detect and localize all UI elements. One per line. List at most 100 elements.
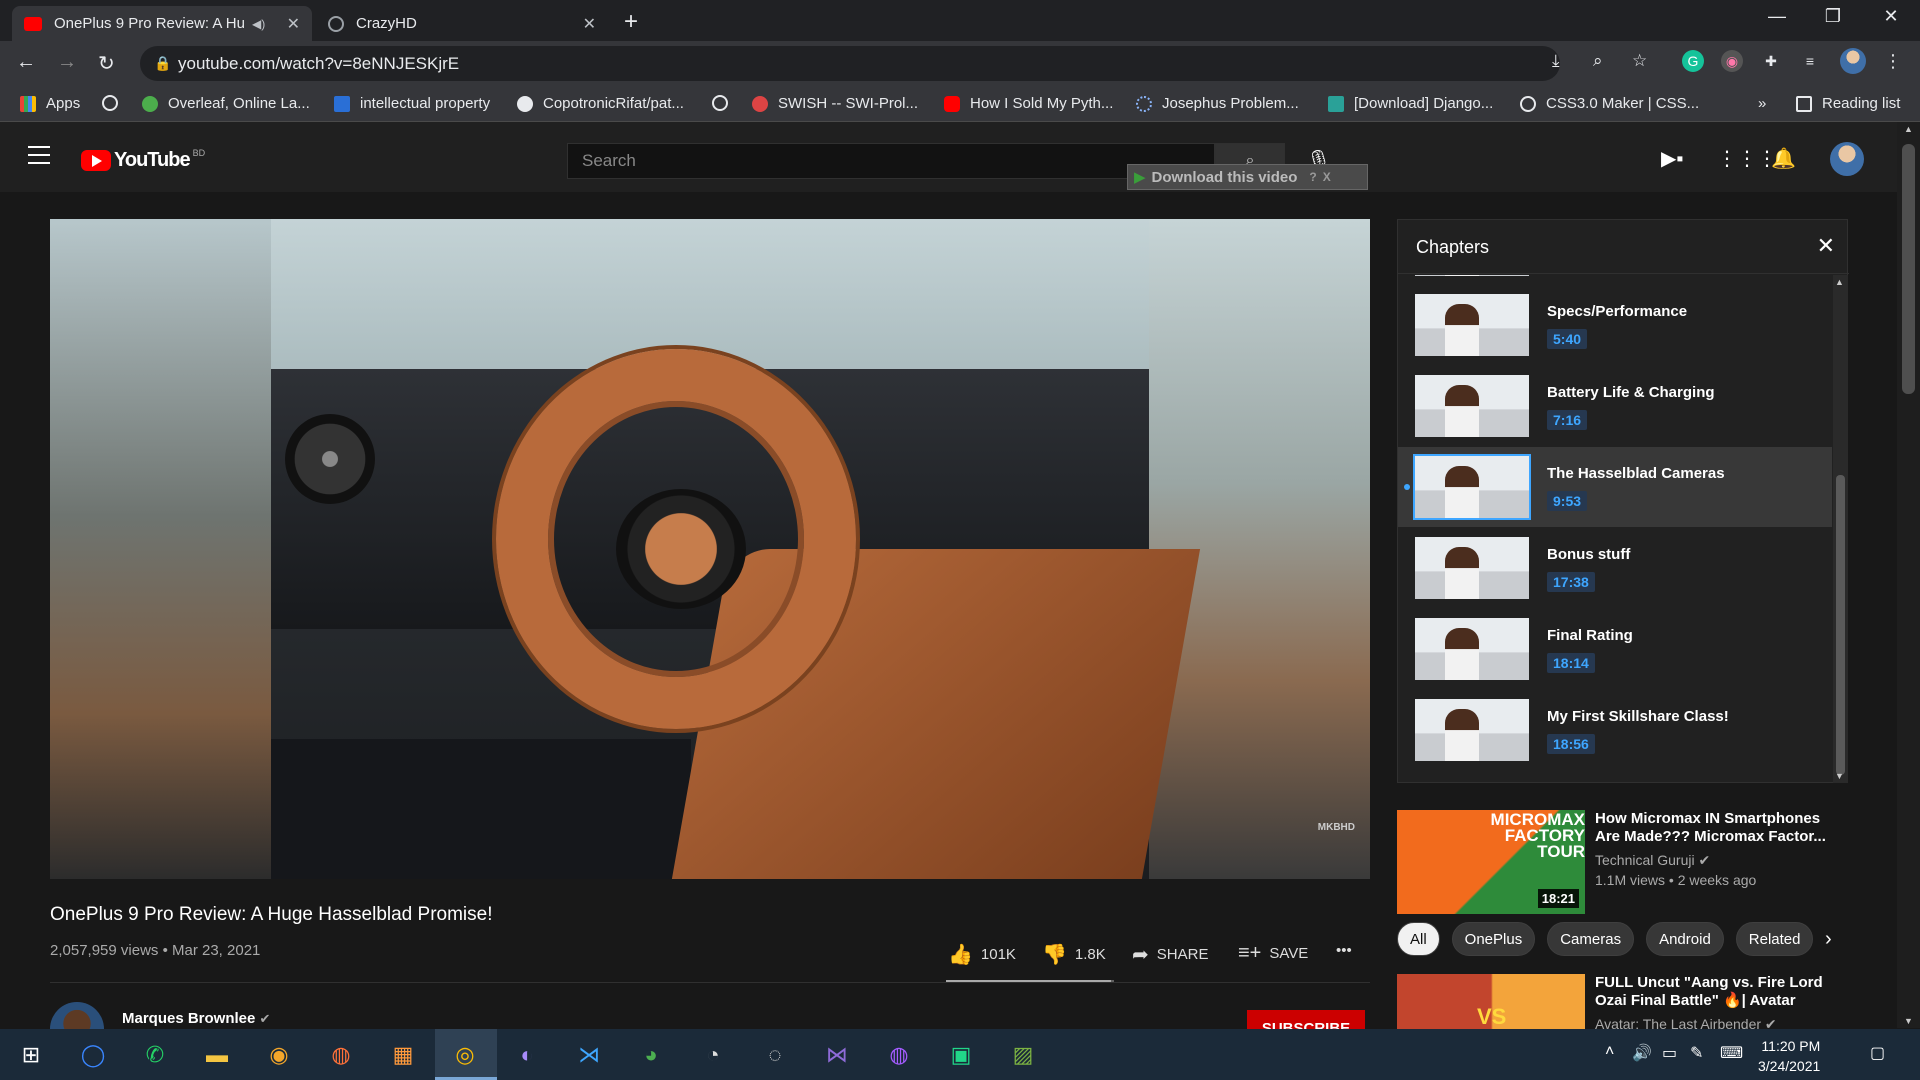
bookmark-globe[interactable] — [102, 95, 118, 111]
visual-studio-icon[interactable]: ⋈ — [820, 1038, 854, 1072]
chapter-timestamp[interactable]: 18:56 — [1547, 734, 1595, 754]
chapter-item[interactable]: Bonus stuff 17:38 — [1398, 528, 1832, 608]
chapter-timestamp[interactable]: 18:14 — [1547, 653, 1595, 673]
app-icon[interactable]: ◌ — [758, 1038, 792, 1072]
close-tab-icon[interactable]: ✕ — [583, 14, 596, 34]
apps-icon[interactable]: ⋮⋮⋮ — [1717, 146, 1777, 171]
bookmark-intellectual-property[interactable]: intellectual property — [334, 95, 490, 112]
app-icon[interactable]: ▦ — [386, 1038, 420, 1072]
close-window-icon[interactable]: ✕ — [1876, 6, 1906, 27]
chapter-item[interactable]: Specs/Performance 5:40 — [1398, 285, 1832, 365]
zoom-icon[interactable]: ⌕ — [1593, 51, 1603, 71]
tab-crazyhd[interactable]: CrazyHD ✕ — [316, 6, 608, 41]
close-tab-icon[interactable]: ✕ — [287, 14, 300, 34]
chapter-item[interactable]: My First Skillshare Class! 18:56 — [1398, 690, 1832, 770]
scrollbar-thumb[interactable] — [1836, 475, 1845, 775]
vscode-icon[interactable]: ⋊ — [572, 1038, 606, 1072]
pen-icon[interactable]: ✎ — [1690, 1043, 1703, 1063]
save-button[interactable]: ≡+ SAVE — [1238, 942, 1308, 965]
messenger-icon[interactable]: ◍ — [882, 1038, 916, 1072]
chapter-item[interactable]: Final Rating 18:14 — [1398, 609, 1832, 689]
system-clock[interactable]: 11:20 PM 3/24/2021 — [1758, 1036, 1820, 1076]
chapter-item-partial[interactable] — [1398, 275, 1832, 285]
bookmark-josephus[interactable]: Josephus Problem... — [1136, 95, 1299, 112]
forward-icon[interactable]: → — [57, 51, 77, 74]
chip-all[interactable]: All — [1397, 922, 1440, 956]
restore-icon[interactable]: ❐ — [1818, 6, 1848, 27]
chapter-timestamp[interactable]: 5:40 — [1547, 329, 1588, 349]
bookmark-github[interactable]: CopotronicRifat/pat... — [517, 95, 684, 112]
bookmark-youtube[interactable]: How I Sold My Pyth... — [944, 95, 1113, 112]
recommended-video[interactable]: VS FULL Uncut "Aang vs. Fire Lord Ozai F… — [1397, 974, 1857, 1029]
account-avatar[interactable] — [1830, 142, 1864, 176]
create-video-icon[interactable]: ▶▪ — [1661, 146, 1683, 171]
install-icon[interactable]: ⤓ — [1552, 51, 1560, 71]
close-icon[interactable]: X — [1323, 170, 1331, 184]
notifications-icon[interactable]: ▢ — [1870, 1043, 1885, 1063]
bookmark-django[interactable]: [Download] Django... — [1328, 95, 1493, 112]
grammarly-icon[interactable]: G — [1682, 50, 1704, 72]
scroll-up-icon[interactable]: ▲ — [1904, 124, 1913, 134]
hamburger-menu-icon[interactable] — [28, 146, 50, 164]
keyboard-icon[interactable]: ⌨ — [1720, 1043, 1743, 1063]
whatsapp-icon[interactable]: ✆ — [138, 1038, 172, 1072]
reading-list[interactable]: Reading list — [1796, 95, 1900, 112]
app-icon[interactable]: ◕ — [634, 1038, 668, 1072]
chapters-scrollbar[interactable]: ▲ ▼ — [1833, 275, 1848, 783]
help-icon[interactable]: ? — [1309, 170, 1316, 184]
channel-name[interactable]: Marques Brownlee ✔ — [122, 1010, 270, 1027]
chip-cameras[interactable]: Cameras — [1547, 922, 1635, 956]
bookmarks-overflow[interactable]: » — [1758, 95, 1766, 112]
puzzle-icon[interactable]: ✚ — [1760, 50, 1782, 72]
firefox-icon[interactable]: ◍ — [324, 1038, 358, 1072]
recommended-video[interactable]: MICROMAX FACTORY TOUR 18:21 How Micromax… — [1397, 810, 1857, 920]
back-icon[interactable]: ← — [16, 51, 36, 74]
scroll-up-icon[interactable]: ▲ — [1835, 277, 1844, 287]
bookmark-globe-2[interactable] — [712, 95, 728, 111]
more-actions-icon[interactable]: ••• — [1336, 942, 1352, 959]
search-input[interactable]: Search — [567, 143, 1215, 179]
browser-icon[interactable]: ◉ — [262, 1038, 296, 1072]
chapter-timestamp[interactable]: 17:38 — [1547, 572, 1595, 592]
address-bar[interactable]: 🔒 youtube.com/watch?v=8eNNJESKjrE — [140, 46, 1560, 81]
tab-youtube[interactable]: OnePlus 9 Pro Review: A Hug ◀) ✕ — [12, 6, 312, 41]
search-icon[interactable]: ◯ — [76, 1038, 110, 1072]
page-scrollbar[interactable]: ▲ ▼ — [1897, 122, 1920, 1028]
profile-avatar[interactable] — [1840, 48, 1866, 74]
bookmark-swish[interactable]: SWISH -- SWI-Prol... — [752, 95, 918, 112]
bookmark-overleaf[interactable]: Overleaf, Online La... — [142, 95, 310, 112]
bookmark-css3[interactable]: CSS3.0 Maker | CSS... — [1520, 95, 1699, 112]
chip-oneplus[interactable]: OnePlus — [1451, 922, 1536, 956]
download-video-bar[interactable]: ▶ Download this video ? X — [1127, 164, 1368, 190]
chapter-timestamp[interactable]: 9:53 — [1547, 491, 1588, 511]
new-tab-icon[interactable]: + — [624, 8, 638, 36]
extension-icon[interactable]: ◉ — [1721, 50, 1743, 72]
chapter-item-active[interactable]: The Hasselblad Cameras 9:53 — [1398, 447, 1832, 527]
notifications-bell-icon[interactable]: 🔔 — [1771, 146, 1796, 171]
chip-android[interactable]: Android — [1646, 922, 1724, 956]
like-button[interactable]: 👍 101K — [948, 942, 1016, 967]
close-icon[interactable]: ✕ — [1817, 233, 1835, 259]
scroll-down-icon[interactable]: ▼ — [1835, 771, 1844, 781]
youtube-logo[interactable]: YouTube BD — [81, 148, 205, 172]
chevron-up-icon[interactable]: ˄ — [1605, 1043, 1614, 1061]
chapter-timestamp[interactable]: 7:16 — [1547, 410, 1588, 430]
chip-related[interactable]: Related — [1735, 922, 1814, 956]
bookmark-star-icon[interactable]: ☆ — [1632, 51, 1647, 71]
media-queue-icon[interactable]: ≡ — [1799, 50, 1821, 72]
network-icon[interactable]: ▭ — [1662, 1043, 1677, 1063]
bookmark-apps[interactable]: Apps — [20, 95, 80, 112]
menu-kebab-icon[interactable]: ⋮ — [1882, 50, 1904, 72]
chrome-icon[interactable]: ◎ — [448, 1038, 482, 1072]
dislike-button[interactable]: 👎 1.8K — [1042, 942, 1106, 967]
speaker-icon[interactable]: ◀) — [252, 17, 265, 31]
windows-start-icon[interactable]: ⊞ — [14, 1038, 48, 1072]
scrollbar-thumb[interactable] — [1902, 144, 1915, 394]
video-player[interactable]: MKBHD — [50, 219, 1370, 879]
app-icon[interactable]: ◔ — [696, 1038, 730, 1072]
app-icon[interactable]: ▨ — [1006, 1038, 1040, 1072]
volume-icon[interactable]: 🔊 — [1632, 1043, 1652, 1063]
chevron-right-icon[interactable]: › — [1825, 928, 1832, 951]
chapter-item[interactable]: Battery Life & Charging 7:16 — [1398, 366, 1832, 446]
minimize-icon[interactable]: — — [1762, 6, 1792, 27]
